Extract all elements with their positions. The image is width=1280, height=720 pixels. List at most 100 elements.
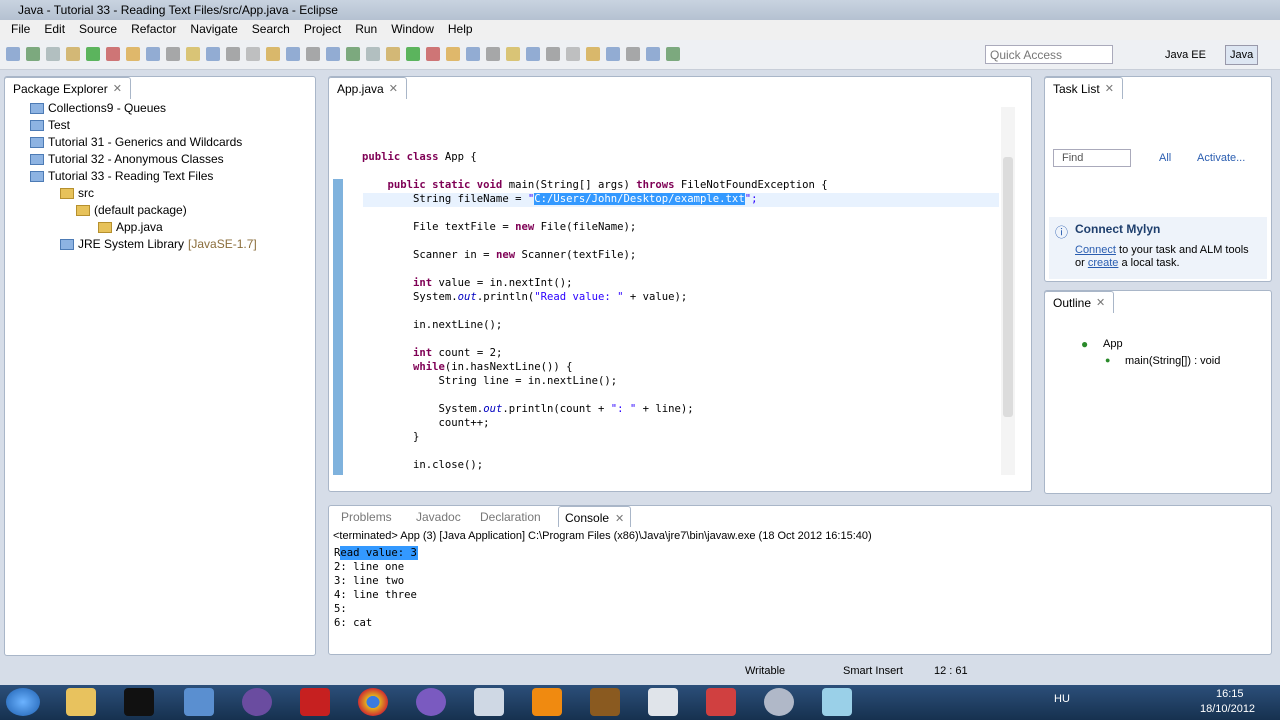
tab-javadoc[interactable]: Javadoc [410,506,467,527]
toolbar-button-icon[interactable] [106,47,120,61]
find-input[interactable]: Find [1053,149,1131,167]
outline-class[interactable]: App [1103,338,1123,350]
toolbar-button-icon[interactable] [606,47,620,61]
toolbar-button-icon[interactable] [166,47,180,61]
eclipse-taskbar-icon[interactable] [242,688,272,716]
vertical-scrollbar[interactable] [1001,107,1015,475]
toolbar-button-icon[interactable] [466,47,480,61]
perspective-java-ee[interactable]: Java EE [1160,45,1211,65]
toolbar-button-icon[interactable] [586,47,600,61]
toolbar-button-icon[interactable] [566,47,580,61]
eclipse2-taskbar-icon[interactable] [416,688,446,716]
toolbar-button-icon[interactable] [646,47,660,61]
toolbar-button-icon[interactable] [526,47,540,61]
toolbar-button-icon[interactable] [406,47,420,61]
toolbar-button-icon[interactable] [366,47,380,61]
tab-problems[interactable]: Problems [335,506,398,527]
tree-item-project[interactable]: Collections9 - Queues [30,101,166,115]
toolbar-button-icon[interactable] [386,47,400,61]
tree-item-label: Test [48,118,71,132]
toolbar-button-icon[interactable] [6,47,20,61]
close-icon[interactable]: ✕ [389,82,398,95]
tab-outline[interactable]: Outline ✕ [1044,291,1115,313]
outline-method[interactable]: main(String[]) : void [1125,355,1220,367]
code-token: File(fileName); [540,221,637,233]
document-taskbar-icon[interactable] [648,688,678,716]
java-ee-taskbar-icon[interactable] [590,688,620,716]
toolbar-button-icon[interactable] [266,47,280,61]
tree-item-project[interactable]: Test [30,118,70,132]
tree-item-project[interactable]: Tutorial 33 - Reading Text Files [30,169,213,183]
toolbar-button-icon[interactable] [506,47,520,61]
toolbar-button-icon[interactable] [326,47,340,61]
code-token: + value); [623,291,688,303]
toolbar-button-icon[interactable] [426,47,440,61]
toolbar-button-icon[interactable] [546,47,560,61]
toolbar-button-icon[interactable] [66,47,80,61]
tree-item-label: Tutorial 32 - Anonymous Classes [48,152,224,166]
toolbar-button-icon[interactable] [306,47,320,61]
close-icon[interactable]: ✕ [615,513,624,525]
app2-taskbar-icon[interactable] [822,688,852,716]
app-taskbar-icon[interactable] [184,688,214,716]
toolbar-button-icon[interactable] [446,47,460,61]
create-link[interactable]: create [1088,257,1119,269]
notepad-taskbar-icon[interactable] [474,688,504,716]
close-icon[interactable]: ✕ [113,82,122,95]
menu-source[interactable]: Source [72,20,124,40]
toolbar-button-icon[interactable] [186,47,200,61]
clock-taskbar-icon[interactable] [764,688,794,716]
toolbar-button-icon[interactable] [46,47,60,61]
vlc-taskbar-icon[interactable] [532,688,562,716]
quick-access-input[interactable]: Quick Access [985,45,1113,64]
perspective-java[interactable]: Java [1225,45,1259,65]
clock-time[interactable]: 16:15 [1216,688,1244,700]
chrome-taskbar-icon[interactable] [358,688,388,716]
toolbar-button-icon[interactable] [206,47,220,61]
cmd-taskbar-icon[interactable] [124,688,154,716]
close-icon[interactable]: ✕ [1105,82,1114,95]
tree-item-file[interactable]: App.java [98,220,163,234]
menu-window[interactable]: Window [384,20,441,40]
tab-app-java[interactable]: App.java ✕ [328,77,407,99]
menu-file[interactable]: File [4,20,37,40]
toolbar-button-icon[interactable] [26,47,40,61]
tree-item-project[interactable]: Tutorial 31 - Generics and Wildcards [30,135,242,149]
menu-run[interactable]: Run [348,20,384,40]
start-button[interactable] [6,688,40,716]
tree-item-library[interactable]: JRE System Library [JavaSE-1.7] [60,237,257,251]
clock-date[interactable]: 18/10/2012 [1200,703,1255,715]
toolbar-button-icon[interactable] [346,47,360,61]
menu-search[interactable]: Search [245,20,297,40]
all-filter-link[interactable]: All [1159,152,1171,164]
tab-console[interactable]: Console ✕ [558,506,632,527]
menu-project[interactable]: Project [297,20,348,40]
toolbar-button-icon[interactable] [226,47,240,61]
menu-help[interactable]: Help [441,20,480,40]
menu-refactor[interactable]: Refactor [124,20,183,40]
tab-task-list[interactable]: Task List ✕ [1044,77,1123,99]
menu-edit[interactable]: Edit [37,20,72,40]
tab-package-explorer[interactable]: Package Explorer ✕ [4,77,131,99]
screen-recorder-taskbar-icon[interactable] [706,688,736,716]
toolbar-button-icon[interactable] [626,47,640,61]
tree-item-package[interactable]: (default package) [76,203,187,217]
toolbar-button-icon[interactable] [146,47,160,61]
activate-link[interactable]: Activate... [1197,152,1245,164]
tab-declaration[interactable]: Declaration [474,506,547,527]
tree-item-project[interactable]: Tutorial 32 - Anonymous Classes [30,152,224,166]
mylyn-title: Connect Mylyn [1075,222,1161,236]
tree-item-folder[interactable]: src [60,186,94,200]
toolbar-button-icon[interactable] [666,47,680,61]
toolbar-button-icon[interactable] [246,47,260,61]
toolbar-button-icon[interactable] [286,47,300,61]
toolbar-button-icon[interactable] [86,47,100,61]
toolbar-button-icon[interactable] [486,47,500,61]
connect-link[interactable]: Connect [1075,244,1116,256]
close-icon[interactable]: ✕ [1096,296,1105,309]
toolbar-button-icon[interactable] [126,47,140,61]
acrobat-taskbar-icon[interactable] [300,688,330,716]
language-indicator[interactable]: HU [1054,693,1070,705]
menu-navigate[interactable]: Navigate [183,20,244,40]
explorer-taskbar-icon[interactable] [66,688,96,716]
